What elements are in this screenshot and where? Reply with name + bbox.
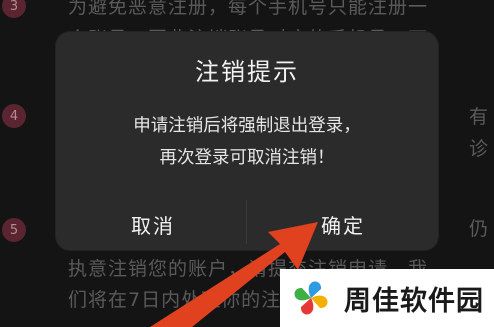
watermark-text: 周佳软件园: [344, 285, 484, 317]
pinwheel-logo-icon: [294, 281, 328, 315]
watermark: 周佳软件园: [280, 269, 494, 327]
